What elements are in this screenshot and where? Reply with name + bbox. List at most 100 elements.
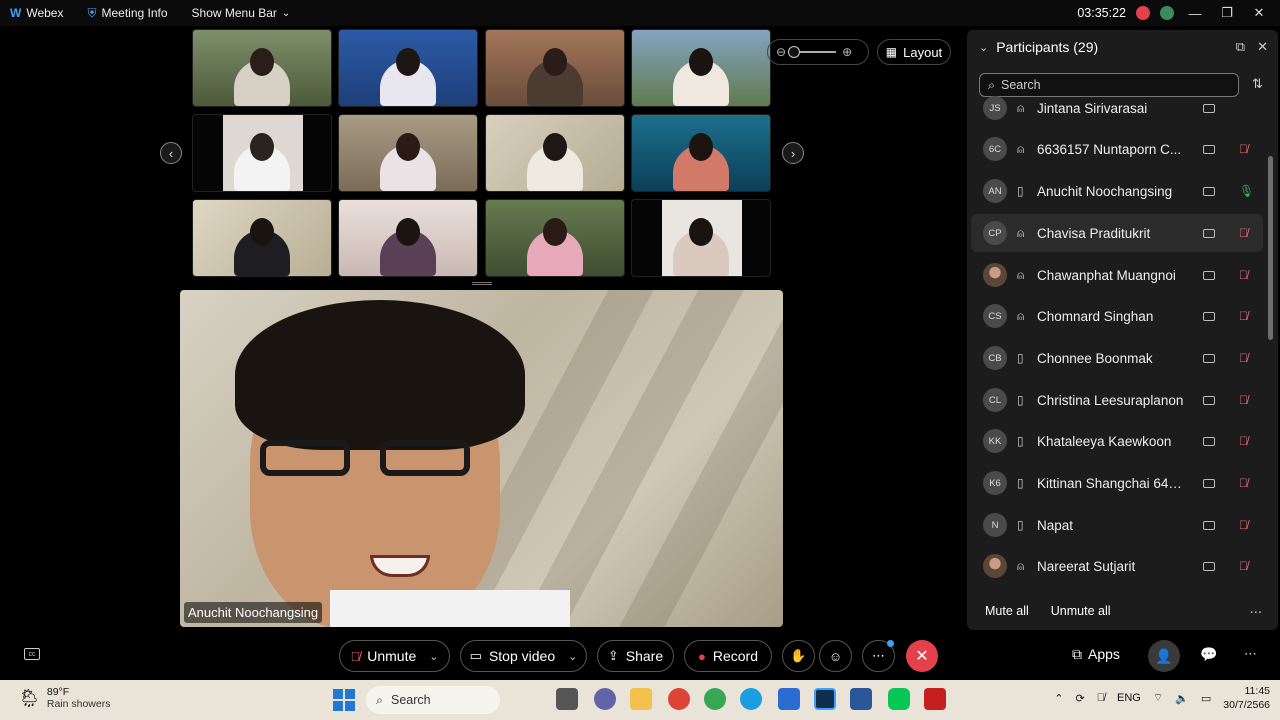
record-button[interactable]: ● Record <box>684 640 772 672</box>
clock[interactable]: 11:45 30/7/2566 <box>1223 684 1270 712</box>
webex-taskbar-icon[interactable] <box>814 688 836 710</box>
participant-row[interactable]: CL ▯ Christina Leesuraplanon 🎙̸ <box>971 381 1263 419</box>
mic-muted-icon[interactable]: 🎙̸ <box>1239 434 1248 448</box>
popout-icon[interactable]: ⧉ <box>1236 39 1245 55</box>
participant-row[interactable]: AN ▯ Anuchit Noochangsing 🎙 <box>971 172 1263 210</box>
acrobat-icon[interactable] <box>924 688 946 710</box>
reactions-button[interactable]: ☺ <box>819 640 852 672</box>
more-icon: ⋯ <box>872 648 885 663</box>
battery-icon[interactable]: ▭ <box>1201 692 1211 705</box>
sync-icon[interactable]: ⟳ <box>1076 692 1085 705</box>
mic-muted-tray-icon[interactable]: 🎙̸ <box>1097 692 1105 704</box>
video-tile[interactable] <box>192 114 332 192</box>
chrome-icon[interactable] <box>704 688 726 710</box>
active-speaker-video[interactable]: Anuchit Noochangsing <box>180 290 783 627</box>
chevron-down-icon[interactable]: ⌄ <box>568 650 577 663</box>
zoom-out-icon[interactable]: ⊖ <box>776 45 786 59</box>
restore-icon[interactable]: ❐ <box>1216 5 1238 21</box>
video-tile[interactable] <box>485 114 625 192</box>
start-button[interactable] <box>333 689 355 711</box>
sort-icon[interactable]: ⇅ <box>1252 76 1263 92</box>
store-icon[interactable] <box>778 688 800 710</box>
chrome-profile-icon[interactable] <box>668 688 690 710</box>
end-call-button[interactable]: ✕ <box>906 640 938 672</box>
video-tile[interactable] <box>485 29 625 107</box>
weather-widget[interactable]: 🌦 89°F Rain showers <box>18 686 110 710</box>
video-tile[interactable] <box>631 199 771 277</box>
participant-row[interactable]: CS ⍝ Chomnard Singhan 🎙̸ <box>971 297 1263 335</box>
word-icon[interactable] <box>850 688 872 710</box>
wifi-icon[interactable]: ⌔ <box>1153 691 1163 705</box>
file-explorer-icon[interactable] <box>630 688 652 710</box>
minimize-icon[interactable]: — <box>1184 6 1206 21</box>
participant-row[interactable]: KK ▯ Khataleeya Kaewkoon 🎙̸ <box>971 422 1263 460</box>
task-view-icon[interactable] <box>556 688 578 710</box>
stop-video-button[interactable]: ▭ Stop video ⌄ <box>460 640 587 672</box>
chevron-up-icon[interactable]: ⌃ <box>1054 692 1063 705</box>
unmute-button[interactable]: 🎙̸ Unmute ⌄ <box>339 640 450 672</box>
close-panel-icon[interactable]: ✕ <box>1257 39 1268 55</box>
volume-icon[interactable]: 🔈 <box>1175 692 1189 705</box>
more-icon[interactable]: ⋯ <box>1244 646 1257 662</box>
taskbar-search[interactable]: ⌕ Search <box>366 686 500 714</box>
zoom-slider[interactable] <box>788 46 837 58</box>
show-menu-bar-button[interactable]: Show Menu Bar ⌄ <box>192 6 291 20</box>
video-tile[interactable] <box>338 29 478 107</box>
participant-row[interactable]: CB ▯ Chonnee Boonmak 🎙̸ <box>971 339 1263 377</box>
mic-muted-icon[interactable]: 🎙̸ <box>1239 476 1248 490</box>
language-indicator[interactable]: ENG <box>1117 692 1141 704</box>
chevron-down-icon[interactable]: ⌄ <box>429 650 438 663</box>
video-tile[interactable] <box>631 114 771 192</box>
raise-hand-button[interactable]: ✋ <box>782 640 815 672</box>
collapse-chevron-icon[interactable]: ⌄ <box>979 41 988 54</box>
mic-on-icon[interactable]: 🎙 <box>1239 184 1254 198</box>
previous-page-button[interactable]: ‹ <box>160 142 182 164</box>
participant-row[interactable]: CP ⍝ Chavisa Praditukrit 🎙̸ <box>971 214 1263 252</box>
mic-muted-icon[interactable]: 🎙̸ <box>1239 268 1248 282</box>
participant-row[interactable]: 6C ⍝ 6636157 Nuntaporn C... 🎙̸ <box>971 130 1263 168</box>
video-tile[interactable] <box>192 29 332 107</box>
edge-icon[interactable] <box>740 688 762 710</box>
mic-muted-icon[interactable]: 🎙̸ <box>1239 559 1248 573</box>
mute-all-button[interactable]: Mute all <box>985 604 1029 618</box>
zoom-in-icon[interactable]: ⊕ <box>842 45 852 59</box>
participant-row[interactable]: ⍝ Chawanphat Muangnoi 🎙̸ <box>971 256 1263 294</box>
video-tile[interactable] <box>338 114 478 192</box>
zoom-control[interactable]: ⊖ ⊕ <box>767 39 869 65</box>
participant-row[interactable]: N ▯ Napat 🎙̸ <box>971 506 1263 544</box>
scrollbar-thumb[interactable] <box>1268 156 1273 340</box>
chat-icon[interactable]: 💬 <box>1200 646 1217 663</box>
line-icon[interactable] <box>888 688 910 710</box>
layout-button[interactable]: ▦ Layout <box>877 39 951 65</box>
mic-muted-icon[interactable]: 🎙̸ <box>1239 351 1248 365</box>
headset-icon: ⍝ <box>1017 308 1025 323</box>
more-options-icon[interactable]: ⋯ <box>1250 604 1263 619</box>
zoom-slider-handle[interactable] <box>788 46 801 58</box>
meeting-info-button[interactable]: ⛨ Meeting Info <box>87 6 167 21</box>
teams-chat-icon[interactable] <box>594 688 616 710</box>
next-page-button[interactable]: › <box>782 142 804 164</box>
participants-button[interactable]: 👤 <box>1148 640 1180 672</box>
mic-muted-icon[interactable]: 🎙̸ <box>1239 226 1248 240</box>
mic-muted-icon[interactable]: 🎙̸ <box>1239 393 1248 407</box>
participant-row[interactable]: ⍝ Nareerat Sutjarit 🎙̸ <box>971 547 1263 585</box>
user-avatar[interactable] <box>1160 6 1174 20</box>
close-icon[interactable]: ✕ <box>1248 5 1270 21</box>
video-tile[interactable] <box>192 199 332 277</box>
video-tile[interactable] <box>338 199 478 277</box>
share-button[interactable]: ⇪ Share <box>597 640 674 672</box>
splitter-handle[interactable] <box>472 282 492 285</box>
apps-button[interactable]: ⧉ Apps <box>1072 646 1120 663</box>
participant-row[interactable]: K6 ▯ Kittinan Shangchai 643... 🎙̸ <box>971 464 1263 502</box>
participant-list-scrollbar[interactable] <box>1268 108 1273 588</box>
mic-muted-icon[interactable]: 🎙̸ <box>1239 518 1248 532</box>
unmute-all-button[interactable]: Unmute all <box>1051 604 1111 618</box>
captions-icon[interactable]: cc <box>24 648 40 660</box>
participant-row[interactable]: JS ⍝ Jintana Sirivarasai <box>971 96 1263 127</box>
video-tile[interactable] <box>485 199 625 277</box>
mic-muted-icon[interactable]: 🎙̸ <box>1239 309 1248 323</box>
mic-muted-icon[interactable]: 🎙̸ <box>1239 142 1248 156</box>
share-label: Share <box>625 648 664 664</box>
participant-search-input[interactable]: ⌕ Search <box>979 73 1239 97</box>
video-tile[interactable] <box>631 29 771 107</box>
